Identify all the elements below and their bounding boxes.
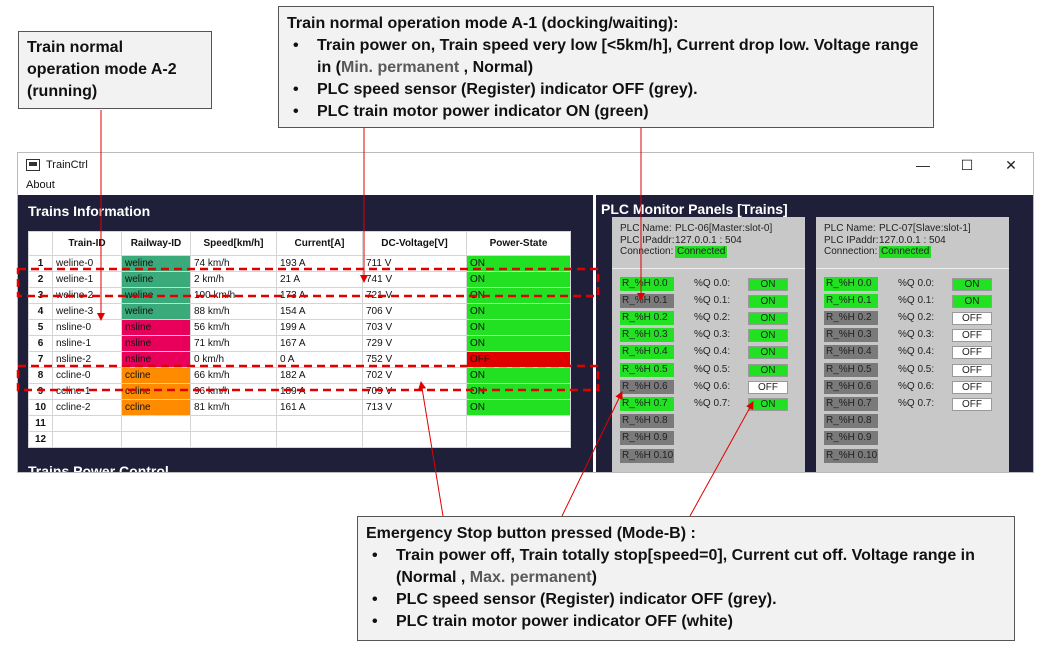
arrow-b-q [689,401,754,517]
annotation-overlay [16,110,754,517]
arrow-b-reg [561,391,623,517]
highlight-row-b [16,364,600,392]
highlight-row-a1 [16,267,600,298]
arrow-b-row [418,381,444,517]
